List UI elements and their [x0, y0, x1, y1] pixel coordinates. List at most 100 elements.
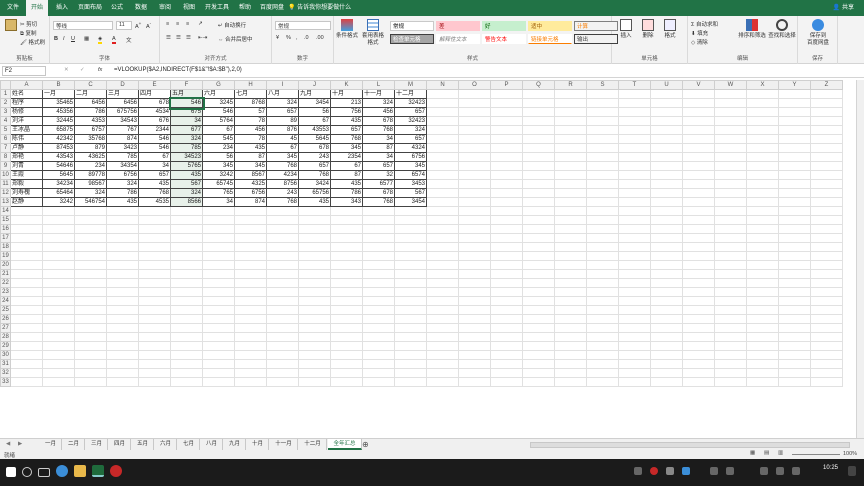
cell[interactable]: [362, 305, 395, 315]
cell[interactable]: [202, 278, 235, 288]
cell[interactable]: 874: [234, 197, 267, 207]
cell[interactable]: [394, 368, 427, 378]
cell[interactable]: [810, 215, 843, 225]
cell[interactable]: [362, 377, 395, 387]
cell[interactable]: [554, 161, 587, 171]
column-header[interactable]: R: [554, 80, 587, 90]
cell[interactable]: [330, 215, 363, 225]
cell[interactable]: [490, 179, 523, 189]
cell[interactable]: [618, 332, 651, 342]
cell[interactable]: [42, 350, 75, 360]
cell[interactable]: [714, 206, 747, 216]
cell[interactable]: 42342: [42, 134, 75, 144]
cell[interactable]: 35465: [42, 98, 75, 108]
cell[interactable]: [298, 314, 331, 324]
cell[interactable]: [170, 206, 203, 216]
share-button[interactable]: 👤 共享: [833, 0, 854, 16]
cell[interactable]: 456: [234, 125, 267, 135]
cell[interactable]: [490, 305, 523, 315]
cell[interactable]: [618, 296, 651, 306]
cell[interactable]: [746, 152, 779, 162]
cell[interactable]: [682, 134, 715, 144]
cell[interactable]: [330, 242, 363, 252]
cell[interactable]: [458, 305, 491, 315]
task-view-icon[interactable]: [38, 468, 50, 477]
cell[interactable]: [426, 170, 459, 180]
cell[interactable]: [330, 359, 363, 369]
cell[interactable]: [42, 206, 75, 216]
cell[interactable]: [170, 260, 203, 270]
cell[interactable]: [586, 224, 619, 234]
column-header[interactable]: B: [42, 80, 75, 90]
cell[interactable]: [554, 152, 587, 162]
cell[interactable]: 十二月: [394, 89, 427, 99]
cell[interactable]: [490, 350, 523, 360]
sheet-tab-5[interactable]: 六月: [155, 439, 177, 450]
column-header[interactable]: K: [330, 80, 363, 90]
cell[interactable]: [426, 287, 459, 297]
cell[interactable]: [330, 341, 363, 351]
cell[interactable]: [650, 143, 683, 153]
cell[interactable]: [650, 170, 683, 180]
cell[interactable]: [522, 224, 555, 234]
cell[interactable]: [394, 377, 427, 387]
cell[interactable]: [426, 143, 459, 153]
cell[interactable]: [202, 260, 235, 270]
cell[interactable]: 3453: [394, 179, 427, 189]
cell[interactable]: [42, 359, 75, 369]
clear-button[interactable]: ◇ 清除: [691, 38, 708, 46]
row-header[interactable]: 2: [0, 98, 11, 108]
cell[interactable]: [586, 368, 619, 378]
cell[interactable]: [618, 341, 651, 351]
cell[interactable]: [554, 314, 587, 324]
recorder-icon[interactable]: [110, 465, 122, 477]
cell[interactable]: [650, 350, 683, 360]
cell[interactable]: [586, 206, 619, 216]
cell[interactable]: [586, 134, 619, 144]
cell[interactable]: [586, 143, 619, 153]
column-header[interactable]: E: [138, 80, 171, 90]
cell[interactable]: 546: [138, 143, 171, 153]
cell[interactable]: [618, 224, 651, 234]
cell[interactable]: [554, 332, 587, 342]
cell[interactable]: [426, 233, 459, 243]
cell[interactable]: [202, 350, 235, 360]
cell[interactable]: 43543: [42, 152, 75, 162]
cell[interactable]: [586, 152, 619, 162]
cell[interactable]: 879: [74, 143, 107, 153]
cell[interactable]: [650, 98, 683, 108]
row-header[interactable]: 1: [0, 89, 11, 99]
tab-10[interactable]: 百度网盘: [258, 0, 286, 16]
cell[interactable]: [234, 323, 267, 333]
cell[interactable]: 87453: [42, 143, 75, 153]
cell[interactable]: [650, 197, 683, 207]
row-header[interactable]: 21: [0, 269, 11, 279]
cell[interactable]: [746, 107, 779, 117]
cell[interactable]: [586, 278, 619, 288]
cell[interactable]: [426, 359, 459, 369]
sheet-tab-6[interactable]: 七月: [178, 439, 200, 450]
row-header[interactable]: 31: [0, 359, 11, 369]
cell[interactable]: [298, 332, 331, 342]
cell[interactable]: [458, 143, 491, 153]
cell[interactable]: 3424: [298, 179, 331, 189]
cell[interactable]: 8566: [170, 197, 203, 207]
cell[interactable]: [266, 287, 299, 297]
cell[interactable]: [650, 152, 683, 162]
cell[interactable]: [426, 251, 459, 261]
cell[interactable]: [266, 215, 299, 225]
format-painter-button[interactable]: 🖌 格式刷: [20, 38, 45, 46]
cell[interactable]: 八月: [266, 89, 299, 99]
cell[interactable]: [746, 287, 779, 297]
cell[interactable]: [138, 350, 171, 360]
cell[interactable]: [426, 224, 459, 234]
cell[interactable]: [778, 323, 811, 333]
cell[interactable]: [490, 89, 523, 99]
cell[interactable]: [458, 314, 491, 324]
cell[interactable]: [618, 188, 651, 198]
tray-icon-1[interactable]: [634, 467, 642, 475]
cell[interactable]: [810, 242, 843, 252]
cell[interactable]: [202, 377, 235, 387]
cell[interactable]: [554, 278, 587, 288]
cell[interactable]: 6757: [74, 125, 107, 135]
